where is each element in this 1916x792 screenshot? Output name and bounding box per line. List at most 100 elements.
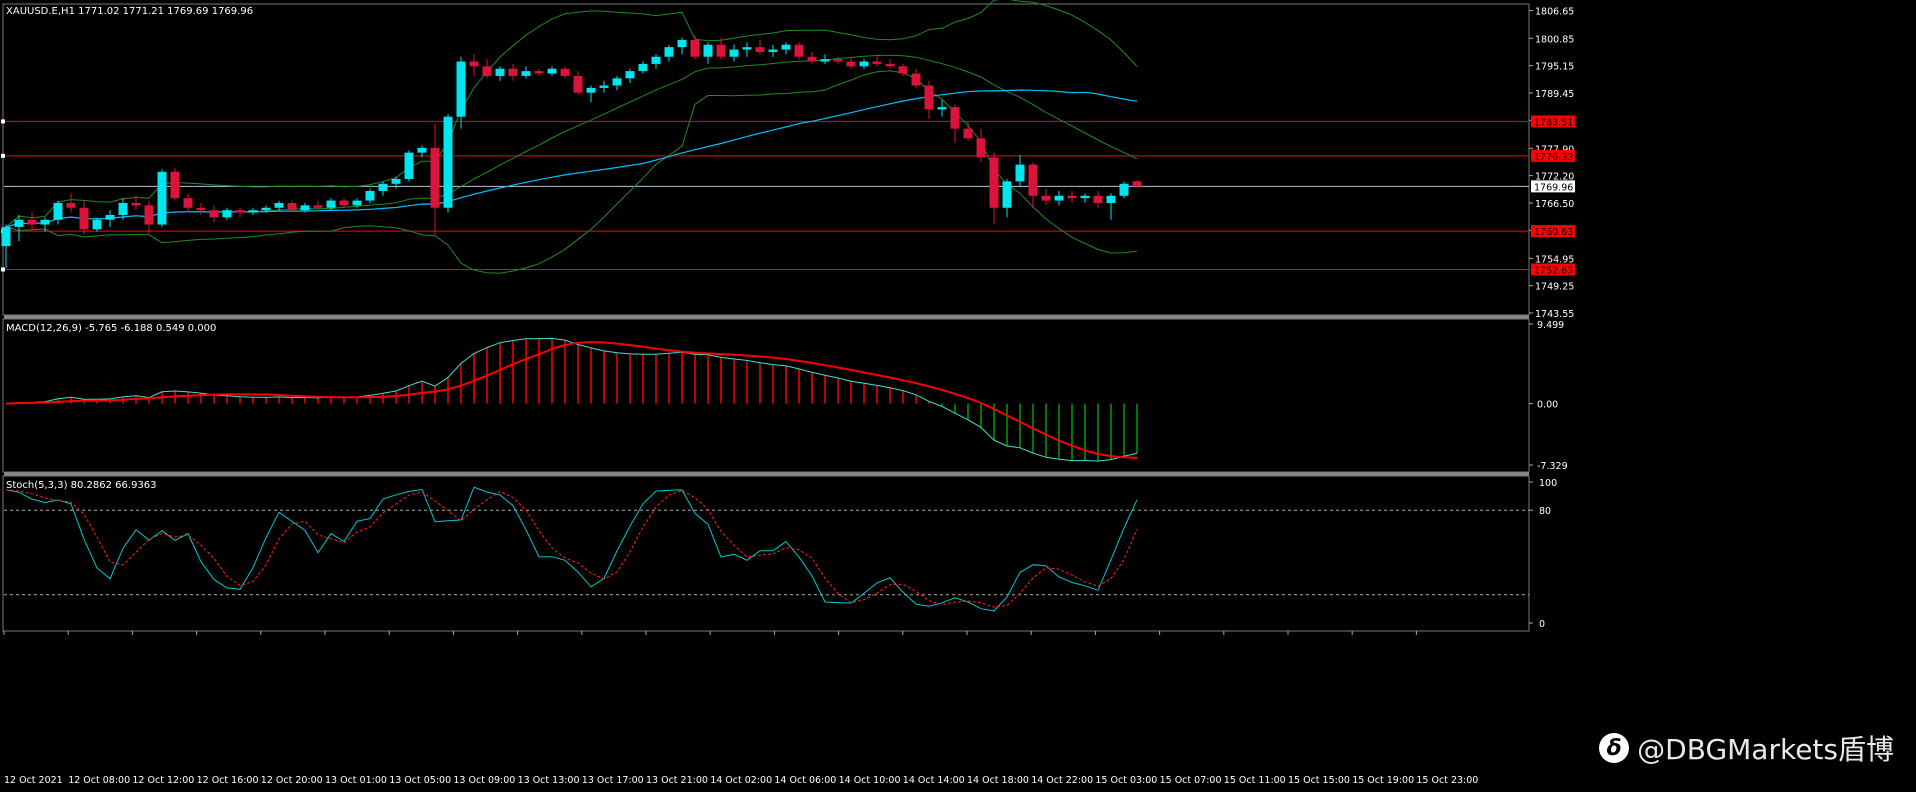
price-tick-label: 1766.50 [1535, 199, 1574, 210]
level-price-label: 1752.63 [1534, 265, 1573, 276]
time-tick-label: 14 Oct 06:00 [774, 775, 836, 786]
candle-body [638, 63, 648, 72]
candle-body [872, 61, 882, 64]
stoch-main-line [5, 486, 1138, 612]
candle-body [313, 205, 323, 208]
candle-body [1093, 195, 1103, 203]
candle-body [79, 207, 89, 230]
candle-body [1080, 195, 1090, 199]
candle-body [859, 61, 869, 67]
time-tick-label: 15 Oct 03:00 [1095, 775, 1157, 786]
stoch-label: Stoch(5,3,3) 80.2862 66.9363 [6, 480, 157, 491]
candle-body [40, 219, 50, 225]
candle-body [781, 44, 791, 50]
stoch-tick-label: 100 [1539, 478, 1557, 489]
level-anchor-marker [1, 119, 5, 124]
stoch-tick-label: 80 [1539, 506, 1551, 517]
candle-body [430, 147, 440, 208]
candle-body [677, 39, 687, 48]
candle-body [1, 226, 11, 247]
stoch-panel-frame [2, 475, 1530, 632]
time-tick-label: 12 Oct 20:00 [261, 775, 323, 786]
time-tick-label: 14 Oct 18:00 [967, 775, 1029, 786]
candle-body [196, 207, 206, 211]
candle-body [495, 68, 505, 76]
time-tick-label: 14 Oct 22:00 [1031, 775, 1093, 786]
candle-body [1067, 195, 1077, 199]
stoch-tick-label: 0 [1539, 619, 1545, 630]
time-tick-label: 15 Oct 15:00 [1288, 775, 1350, 786]
candle-body [1028, 164, 1038, 196]
candle-body [482, 66, 492, 76]
time-tick-label: 13 Oct 21:00 [646, 775, 708, 786]
candle-body [365, 190, 375, 201]
price-tick-label: 1743.55 [1535, 309, 1574, 320]
candle-body [352, 200, 362, 206]
candle-body [534, 71, 544, 74]
candle-body [300, 205, 310, 211]
candle-body [209, 210, 219, 218]
candle-body [105, 214, 115, 220]
candle-body [443, 116, 453, 208]
candle-body [27, 219, 37, 225]
time-tick-label: 14 Oct 10:00 [839, 775, 901, 786]
candle-body [456, 61, 466, 117]
candle-body [664, 47, 674, 57]
candle-body [53, 202, 63, 220]
candle-body [157, 171, 167, 225]
candle-body [768, 49, 778, 52]
candle-body [14, 219, 24, 227]
candle-body [729, 49, 739, 57]
bollinger-middle-line [5, 54, 1138, 228]
candle-body [690, 39, 700, 57]
candle-body [170, 171, 180, 199]
candle-body [118, 202, 128, 215]
level-price-label: 1760.63 [1534, 227, 1573, 238]
time-tick-label: 15 Oct 07:00 [1160, 775, 1222, 786]
time-tick-label: 13 Oct 13:00 [518, 775, 580, 786]
candle-body [1041, 195, 1051, 201]
candle-body [469, 61, 479, 67]
candle-body [1015, 164, 1025, 182]
candle-body [651, 56, 661, 64]
chart-header-label: XAUUSD.E,H1 1771.02 1771.21 1769.69 1769… [6, 6, 253, 17]
time-tick-label: 14 Oct 02:00 [710, 775, 772, 786]
candle-body [911, 73, 921, 86]
candle-body [807, 56, 817, 62]
candle-body [625, 71, 635, 79]
candle-body [963, 128, 973, 139]
candle-body [248, 210, 258, 213]
candle-body [794, 44, 804, 57]
candle-body [378, 183, 388, 191]
time-tick-label: 13 Oct 05:00 [389, 775, 451, 786]
time-tick-label: 13 Oct 17:00 [582, 775, 644, 786]
moving-average-line [5, 89, 1138, 228]
time-tick-label: 15 Oct 23:00 [1416, 775, 1478, 786]
candle-body [326, 200, 336, 208]
price-tick-label: 1789.45 [1535, 89, 1574, 100]
macd-panel-frame [2, 318, 1530, 473]
candle-body [235, 210, 245, 213]
macd-tick-label: 0.00 [1537, 400, 1558, 411]
candle-body [547, 68, 557, 74]
current-price-label: 1769.96 [1534, 182, 1573, 193]
candle-body [404, 152, 414, 179]
time-tick-label: 15 Oct 11:00 [1224, 775, 1286, 786]
price-tick-label: 1800.85 [1535, 34, 1574, 45]
price-tick-label: 1795.15 [1535, 62, 1574, 73]
candle-body [521, 71, 531, 76]
candle-body [885, 63, 895, 67]
candle-body [950, 107, 960, 129]
macd-label: MACD(12,26,9) -5.765 -6.188 0.549 0.000 [6, 323, 216, 334]
candle-body [755, 47, 765, 52]
candle-body [937, 107, 947, 110]
macd-tick-label: 9.499 [1537, 320, 1564, 331]
candle-body [1054, 195, 1064, 201]
time-tick-label: 13 Oct 09:00 [453, 775, 515, 786]
weibo-logo-icon: ẟ [1599, 733, 1630, 763]
candle-body [222, 210, 232, 218]
candle-body [1002, 181, 1012, 208]
candle-body [924, 85, 934, 110]
candle-body [339, 200, 349, 206]
level-price-label: 1776.33 [1534, 152, 1573, 163]
